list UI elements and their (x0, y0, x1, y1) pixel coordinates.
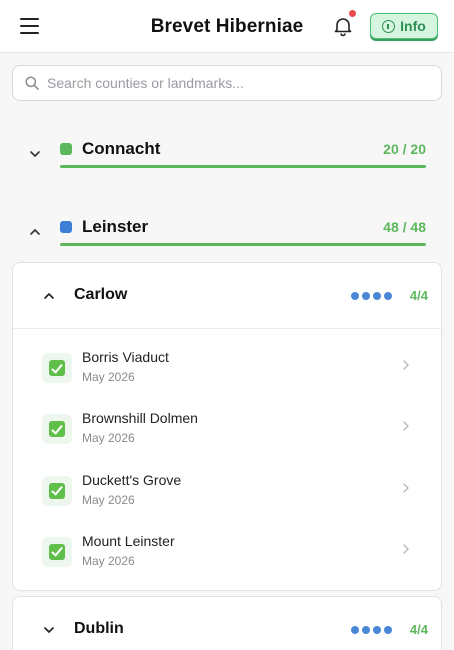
province-name: Connacht (82, 139, 160, 159)
county-progress-dots (351, 292, 392, 300)
checkmark-icon (42, 353, 72, 383)
checkmark-icon (42, 414, 72, 444)
province-name: Leinster (82, 217, 148, 237)
province-progress-bar (60, 243, 426, 246)
notification-badge (348, 9, 357, 18)
county-name: Carlow (74, 286, 127, 304)
province-leinster[interactable]: Leinster 48 / 48 (0, 209, 454, 269)
province-color-dot (60, 143, 72, 155)
bell-icon[interactable] (332, 15, 354, 37)
county-card-carlow: Carlow 4/4 Borris Viaduct May 2026 Brown… (12, 262, 442, 591)
county-count: 4/4 (410, 288, 428, 303)
landmark-date: May 2026 (82, 431, 135, 445)
county-count: 4/4 (410, 622, 428, 637)
checkmark-icon (42, 476, 72, 506)
province-progress-bar (60, 165, 426, 168)
search-icon (25, 76, 39, 90)
landmark-name: Borris Viaduct (82, 349, 169, 365)
landmark-date: May 2026 (82, 493, 135, 507)
chevron-up-icon (28, 225, 42, 239)
app-header: Brevet Hiberniae Info (0, 0, 454, 53)
landmark-name: Mount Leinster (82, 533, 175, 549)
chevron-up-icon (42, 289, 56, 303)
search-input[interactable] (47, 66, 427, 100)
info-icon (382, 20, 395, 33)
chevron-right-icon (401, 359, 411, 371)
list-item[interactable]: Mount Leinster May 2026 (13, 519, 441, 580)
landmark-name: Duckett's Grove (82, 472, 181, 488)
landmark-date: May 2026 (82, 554, 135, 568)
county-card-dublin: Dublin 4/4 (12, 596, 442, 650)
chevron-down-icon (42, 623, 56, 637)
province-count: 48 / 48 (383, 219, 426, 235)
info-button-label: Info (400, 18, 426, 34)
province-color-dot (60, 221, 72, 233)
chevron-right-icon (401, 482, 411, 494)
landmark-list: Borris Viaduct May 2026 Brownshill Dolme… (13, 329, 441, 580)
search-bar (12, 65, 442, 101)
county-header[interactable]: Carlow 4/4 (13, 263, 441, 328)
county-name: Dublin (74, 620, 124, 638)
county-progress-dots (351, 626, 392, 634)
chevron-right-icon (401, 420, 411, 432)
county-header[interactable]: Dublin 4/4 (13, 597, 441, 650)
province-connacht[interactable]: Connacht 20 / 20 (0, 131, 454, 191)
list-item[interactable]: Duckett's Grove May 2026 (13, 458, 441, 519)
checkmark-icon (42, 537, 72, 567)
chevron-down-icon (28, 147, 42, 161)
info-button[interactable]: Info (370, 13, 438, 39)
landmark-name: Brownshill Dolmen (82, 410, 198, 426)
list-item[interactable]: Brownshill Dolmen May 2026 (13, 396, 441, 457)
province-count: 20 / 20 (383, 141, 426, 157)
list-item[interactable]: Borris Viaduct May 2026 (13, 335, 441, 396)
landmark-date: May 2026 (82, 370, 135, 384)
chevron-right-icon (401, 543, 411, 555)
